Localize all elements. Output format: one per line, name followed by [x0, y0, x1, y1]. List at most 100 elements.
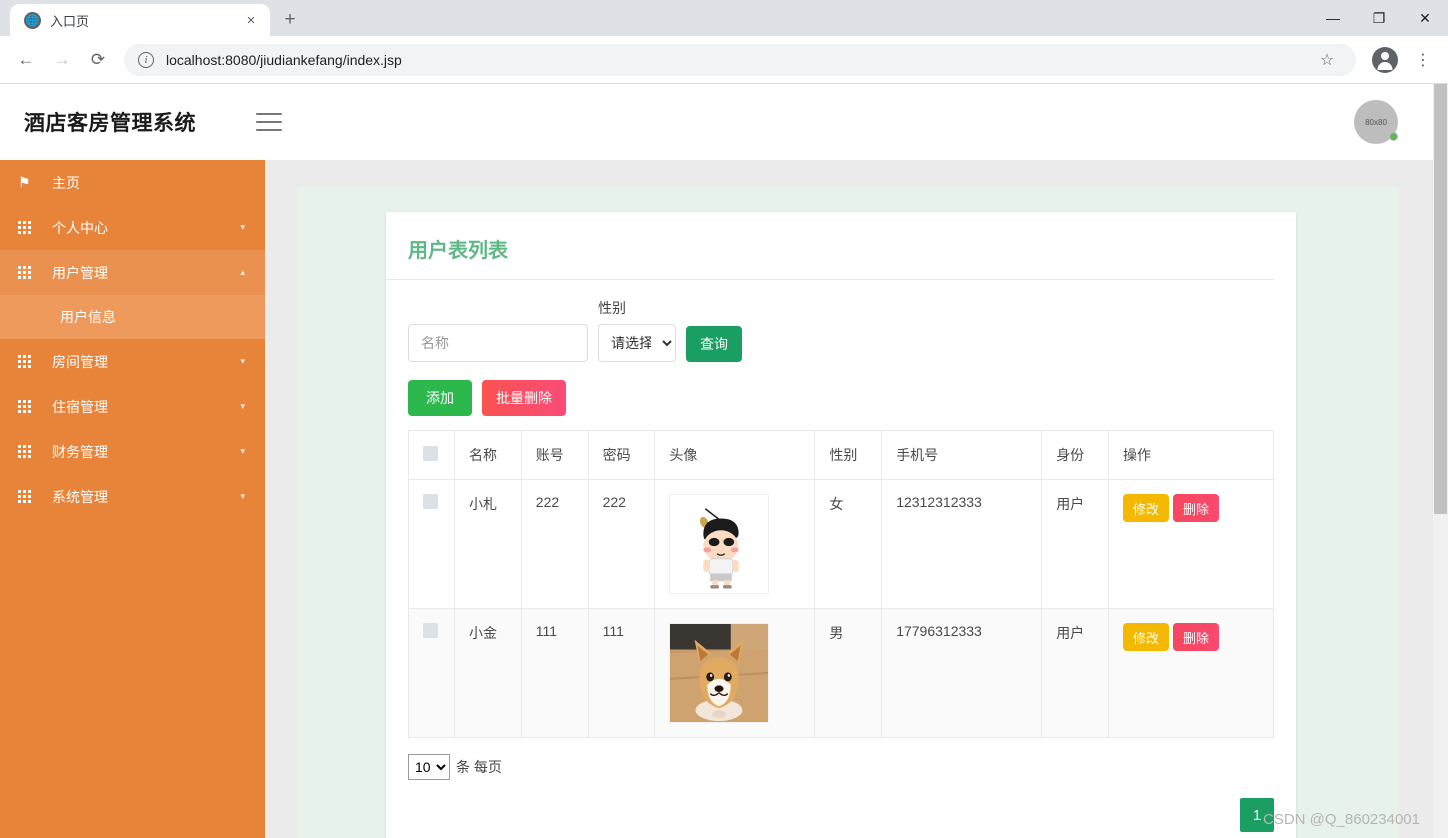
cell-avatar	[654, 479, 816, 609]
gender-field-label: 性别	[598, 300, 626, 316]
app-header: 酒店客房管理系统 80x80	[0, 84, 1448, 160]
add-button[interactable]: 添加	[408, 380, 472, 416]
chevron-down-icon: ▾	[240, 491, 245, 501]
site-info-icon[interactable]: i	[138, 51, 154, 68]
globe-icon: 🌐	[24, 11, 41, 29]
browser-toolbar: ← → ⟳ i localhost:8080/jiudiankefang/ind…	[0, 36, 1448, 84]
table-body: 小札 222 222 女 12312312333 用户 修改 删除 小金 111…	[408, 479, 1274, 738]
flag-icon: ⚑	[18, 174, 31, 190]
address-bar[interactable]: i localhost:8080/jiudiankefang/index.jsp…	[124, 43, 1356, 76]
close-icon[interactable]: ×	[240, 9, 262, 31]
cell-phone: 12312312333	[881, 479, 1043, 609]
cell-phone: 17796312333	[881, 608, 1043, 738]
batch-delete-button[interactable]: 批量删除	[482, 380, 566, 416]
sidebar-item-label: 财务管理	[52, 443, 108, 460]
forward-icon[interactable]: →	[46, 44, 78, 76]
new-tab-button[interactable]: +	[276, 6, 304, 34]
window-controls: — ❐ ✕	[1310, 0, 1448, 36]
cell-gender: 女	[814, 479, 883, 609]
table-row[interactable]: 小金 111 111 男 17796312333 用户 修改 删除	[408, 608, 1274, 738]
cell-account: 222	[520, 479, 589, 609]
column-header-phone: 手机号	[881, 430, 1043, 480]
sidebar-item-personal-center[interactable]: 个人中心 ▾	[0, 205, 265, 250]
row-action-buttons: 修改 删除	[1123, 623, 1259, 651]
sidebar-item-user-management[interactable]: 用户管理 ▴	[0, 250, 265, 295]
name-field-label	[408, 298, 588, 318]
tab-strip: 🌐 入口页 × +	[0, 4, 304, 36]
card-title: 用户表列表	[386, 212, 1274, 280]
grid-icon	[18, 355, 44, 368]
page-size-select[interactable]: 10	[408, 754, 450, 780]
delete-button[interactable]: 删除	[1173, 623, 1220, 651]
cell-password: 222	[587, 479, 656, 609]
browser-menu-icon[interactable]: ⋮	[1408, 45, 1438, 75]
per-page-label: 条 每页	[456, 759, 502, 775]
sidebar-submenu: 用户信息	[0, 295, 265, 339]
bookmark-star-icon[interactable]: ☆	[1312, 45, 1342, 75]
browser-titlebar: 🌐 入口页 × + — ❐ ✕	[0, 0, 1448, 36]
user-table: 名称 账号 密码 头像 性别 手机号 身份 操作 小札 222 222 女 12…	[408, 430, 1274, 738]
row-checkbox[interactable]	[423, 623, 438, 638]
hamburger-icon[interactable]	[256, 113, 282, 131]
url-text: localhost:8080/jiudiankefang/index.jsp	[166, 51, 402, 68]
sidebar-item-label: 主页	[52, 174, 80, 191]
row-select-cell	[408, 479, 455, 609]
delete-button[interactable]: 删除	[1173, 494, 1220, 522]
column-header-identity: 身份	[1041, 430, 1109, 480]
minimize-button[interactable]: —	[1310, 0, 1356, 36]
filter-bar: 性别 请选择 查询	[408, 298, 1274, 362]
avatar[interactable]: 80x80	[1354, 100, 1398, 144]
user-list-card: 用户表列表 性别 请选择	[386, 212, 1296, 838]
table-row[interactable]: 小札 222 222 女 12312312333 用户 修改 删除	[408, 479, 1274, 609]
account-icon[interactable]	[1372, 46, 1398, 73]
edit-button[interactable]: 修改	[1123, 623, 1170, 651]
scrollbar-thumb[interactable]	[1434, 84, 1447, 514]
sidebar-subitem-label: 用户信息	[60, 309, 116, 325]
action-bar: 添加 批量删除	[408, 380, 1274, 416]
back-icon[interactable]: ←	[10, 44, 42, 76]
body-row: ⚑ 主页 个人中心 ▾ 用户管理 ▴ 用户信息 房间管理 ▾ 住宿管理 ▾ 财务…	[0, 160, 1448, 838]
vertical-scrollbar[interactable]	[1433, 84, 1448, 838]
name-field-group	[408, 298, 588, 362]
watermark: CSDN @Q_860234001	[1263, 811, 1420, 828]
gender-select[interactable]: 请选择	[598, 324, 676, 362]
sidebar-item-finance-management[interactable]: 财务管理 ▾	[0, 429, 265, 474]
browser-tab[interactable]: 🌐 入口页 ×	[10, 4, 270, 36]
sidebar-item-label: 房间管理	[52, 353, 108, 370]
online-status-dot	[1389, 132, 1398, 141]
cell-identity: 用户	[1041, 608, 1109, 738]
edit-button[interactable]: 修改	[1123, 494, 1170, 522]
sidebar-item-accommodation-management[interactable]: 住宿管理 ▾	[0, 384, 265, 429]
gender-field-group: 性别 请选择	[598, 298, 676, 362]
pagination: 1	[408, 798, 1274, 832]
close-window-button[interactable]: ✕	[1402, 0, 1448, 36]
row-checkbox[interactable]	[423, 494, 438, 509]
row-action-buttons: 修改 删除	[1123, 494, 1259, 522]
sidebar-item-room-management[interactable]: 房间管理 ▾	[0, 339, 265, 384]
page-title: 酒店客房管理系统	[24, 112, 196, 135]
sidebar-item-system-management[interactable]: 系统管理 ▾	[0, 474, 265, 519]
chevron-down-icon: ▾	[240, 446, 245, 456]
chevron-down-icon: ▾	[240, 222, 245, 232]
card-body: 性别 请选择 查询 添加 批量删除	[386, 280, 1296, 832]
grid-icon	[18, 221, 44, 234]
cell-operation: 修改 删除	[1108, 479, 1274, 609]
reload-icon[interactable]: ⟳	[82, 44, 114, 76]
sidebar-subitem-user-info[interactable]: 用户信息	[0, 295, 265, 339]
query-button[interactable]: 查询	[686, 326, 742, 362]
crayon-shinchan-avatar	[669, 494, 770, 594]
column-header-avatar: 头像	[654, 430, 816, 480]
sidebar-item-label: 住宿管理	[52, 398, 108, 415]
table-header-row: 名称 账号 密码 头像 性别 手机号 身份 操作	[408, 430, 1274, 480]
avatar-label: 80x80	[1365, 117, 1387, 127]
grid-icon	[18, 266, 44, 279]
sidebar-item-home[interactable]: ⚑ 主页	[0, 160, 265, 205]
restore-button[interactable]: ❐	[1356, 0, 1402, 36]
search-name-input[interactable]	[408, 324, 588, 362]
chevron-up-icon: ▴	[240, 267, 245, 277]
select-all-checkbox[interactable]	[423, 446, 438, 461]
column-header-operation: 操作	[1108, 430, 1274, 480]
grid-icon	[18, 490, 44, 503]
grid-icon	[18, 400, 44, 413]
tab-title: 入口页	[50, 13, 90, 29]
